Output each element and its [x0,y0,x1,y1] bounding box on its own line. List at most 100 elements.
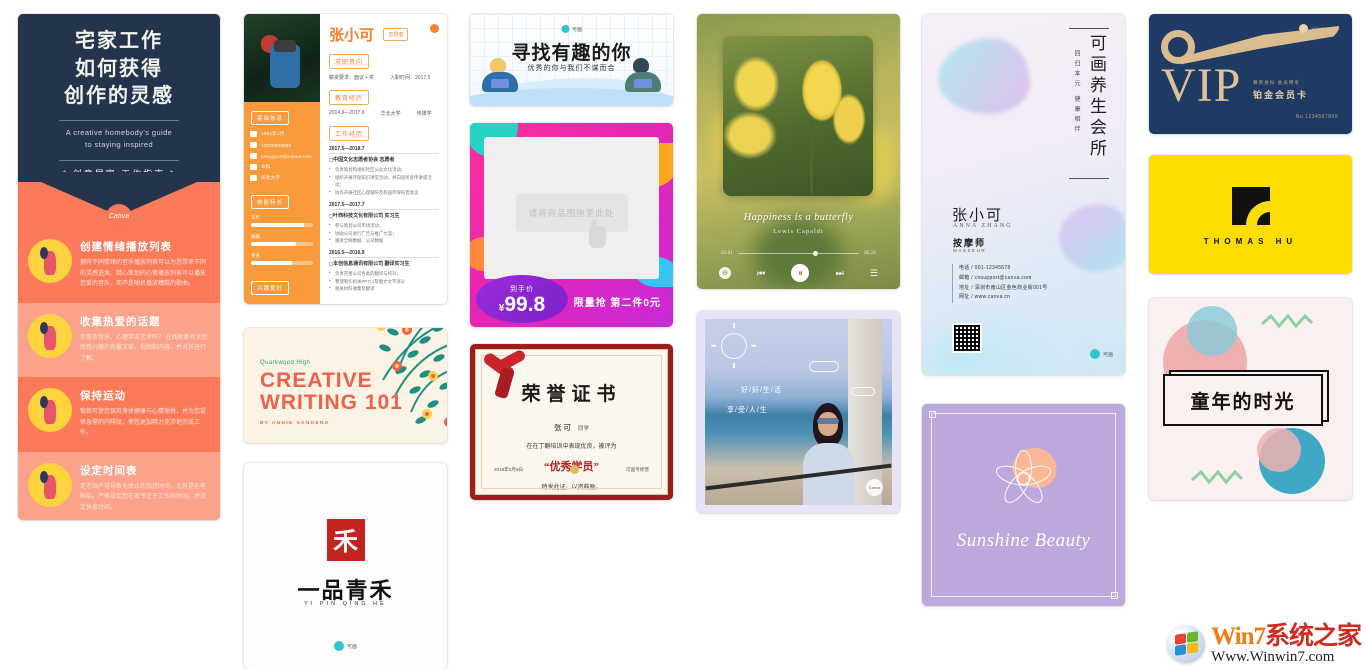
watermark-name: Win7系统之家 [1211,622,1362,650]
period-text: 2017.5—2018.7 [329,146,365,152]
resume-section-title: 求职意向 [329,54,370,69]
template-card-thomas-hu-logo[interactable]: THOMAS HU [1149,155,1352,274]
resume-contact-text: 13000000000 [261,142,292,148]
template-card-vip[interactable]: YOUR LOGO VIP 尊贵身份 会员特享 铂金会员卡 No.1234567… [1149,14,1352,134]
period-text: 2016.5—2016.9 [329,249,365,256]
tip-heading: 收集热爱的话题 [80,315,161,328]
brand-logo: YOUR LOGO [1299,24,1340,33]
phone-icon [250,142,257,148]
period-text: 2017.5—2017.7 [329,201,365,208]
previous-track-icon[interactable]: ⏮ [757,268,765,279]
person-name-en: ANNA ZHANG [953,223,1013,229]
poster-subtitle-en-line-2: to staying inspired [84,139,154,149]
certificate-signer: 可画专修营 [626,466,649,472]
contact-phone: 电话 / 001-12345678 [959,265,1011,271]
resume-job-org: ◻︎中国文化志愿者协会 志愿者 [329,157,395,163]
windows-logo-icon [1167,625,1206,664]
resume-skill-bar [251,261,313,265]
illustration-icon [28,239,72,283]
product-image-area[interactable]: 请将商品图拖至此处 [484,137,659,279]
poster-tip-item: 设定时间表 足不出户可导致无休止的加班时间，尤其是在电脑前。严格设定您在家专注于… [18,451,220,520]
course-title-line-2: WRITING 101 [260,391,403,415]
poster-header: 宅家工作 如何获得 创作的灵感 A creative homebody's gu… [18,14,220,230]
time-elapsed: 02:01 [721,251,733,256]
illustration-icon [28,388,72,432]
progress-knob[interactable] [813,250,819,256]
resume-job-bullet: 参与策划公司市场活动； [329,221,438,230]
template-card-recruit-banner[interactable]: 可画 寻找有趣的你 优秀的你与我们不谋而合 [470,14,673,106]
vip-wordmark: VIP [1161,59,1242,112]
resume-photo [244,14,320,102]
template-card-resume[interactable]: 基础信息 1994年1月 13000000000 cnsupport@canva… [244,14,447,304]
tip-body: 拥有不同情绪的音乐播放列表可以为您带来不同的灵感迸发。精心策划的心情播放列表可以… [80,260,207,287]
template-card-certificate[interactable]: 荣誉证书 张 可同学 在在丁酮培训中表现优良，被评为 “优秀学员” 特发此证，以… [470,344,673,500]
template-card-creative-writing[interactable]: Quarkwood High CREATIVE WRITING 101 BY A… [244,328,447,443]
template-card-product-promo[interactable]: 请将商品图拖至此处 到手价 ¥99.8 限量抢 第二件0元 [470,123,673,327]
watermark-name-part3: 系统之家 [1264,622,1362,650]
resume-hobby-title: 兴趣爱好 [251,281,290,295]
student-suffix: 同学 [577,426,589,432]
promo-footer-text: 限量抢 第二件0元 [573,298,661,309]
logo-label: 可画 [346,643,357,650]
course-title: CREATIVE WRITING 101 [260,369,403,415]
cloud-icon [851,387,875,396]
student-name: 张 可 [554,423,571,432]
balcony-text-line-2: 享/受/人/生 [727,407,768,414]
canva-logo: 可画 [560,25,583,33]
mail-icon [250,153,257,159]
template-card-childhood[interactable]: 童年的时光 [1149,298,1352,500]
company-slogan: 回归本元 健康相伴 [1073,50,1079,136]
resume-sidebar: 基础信息 1994年1月 13000000000 cnsupport@canva… [244,14,320,304]
image-dropzone[interactable]: 请将商品图拖至此处 [515,193,628,233]
illustration-icon [28,313,72,358]
decor-circle-blue [1187,306,1237,356]
decor-circle-pink-small [1257,428,1301,472]
track-title: Happiness is a butterfly [743,212,854,223]
banner-subtitle: 优秀的你与我们不谋而合 [527,65,616,72]
progress-slider[interactable] [737,250,860,256]
flower-icon [989,450,1059,510]
poster-tip-item: 创建情绪播放列表 拥有不同情绪的音乐播放列表可以为您带来不同的灵感迸发。精心策划… [18,228,220,303]
seal-icon: 禾 [326,519,365,561]
resume-job-bullet: 协助公司进行广告与推广文案； [329,229,438,238]
template-card-business-card[interactable]: 可画养生会所 回归本元 健康相伴 张小可 ANNA ZHANG 按摩师 MASS… [922,14,1125,375]
cursor-hand-icon [589,219,606,249]
progress-row: 02:01 05:21 [721,250,876,256]
playlist-icon[interactable]: ☰ [870,268,878,279]
resume-contact-row: cnsupport@canva.com [250,153,314,159]
decor-blob-bottom [928,321,1078,375]
decor-blob-right [1059,204,1125,272]
poster-title-line-1: 宅家工作 [75,30,163,52]
resume-job-bullet: 整理制作相关PPT以及图文文字部分 [329,277,438,286]
template-card-sunshine-beauty[interactable]: Sunshine Beauty [922,404,1125,606]
poster-title-line-2: 如何获得 [75,57,163,80]
resume-contact-text: cnsupport@canva.com [261,153,312,159]
resume-name-tag: 志愿者 [383,28,409,41]
player-controls: ⊖ ⏮ ⏸ ⏭ ☰ [719,264,878,282]
template-card-homebody-poster[interactable]: 宅家工作 如何获得 创作的灵感 A creative homebody's gu… [18,14,220,520]
vip-card-number: No.1234567890 [1295,114,1338,120]
play-pause-icon[interactable]: ⏸ [791,264,810,282]
resume-section-title: 工作经历 [329,126,370,141]
template-card-music-player[interactable]: Happiness is a butterfly Lewis Capaldi 0… [697,14,900,289]
divider [59,159,179,161]
logo-label: 可画 [571,26,583,33]
contact-email: 邮箱 / cnsupport@canva.com [959,274,1032,281]
tip-body: 足不出户可导致无休止的加班时间，尤其是在电脑前。严格设定您在家专注于工作的时间，… [80,483,207,511]
resume-job-org: ◻︎叶西科技文化有限公司 实习生 [329,212,400,219]
next-track-icon[interactable]: ⏭ [836,268,844,279]
brand-name: THOMAS HU [1203,237,1298,246]
template-card-yipin-qinghe-logo[interactable]: 禾 一品青禾 YI PIN QING HE 可画 [244,463,447,669]
sun-icon [721,333,747,359]
resume-section-row: 2014.9—2017.6 华北大学 传媒学 [329,110,438,117]
poster-subtitle-en: A creative homebody's guide to staying i… [18,127,220,151]
price-value: ¥99.8 [499,294,545,315]
squiggle-icon [1191,468,1244,486]
decor-blob-top [938,38,1030,114]
illustration-icon [28,462,72,507]
resume-contact-text: 华北大学 [261,175,281,180]
template-card-balcony-photo[interactable]: 好/好/生/活 享/受/人/生 Canva [697,311,900,513]
price-number: 99.8 [504,292,546,316]
certificate-student: 张 可同学 [476,422,667,433]
minus-icon[interactable]: ⊖ [719,267,731,279]
